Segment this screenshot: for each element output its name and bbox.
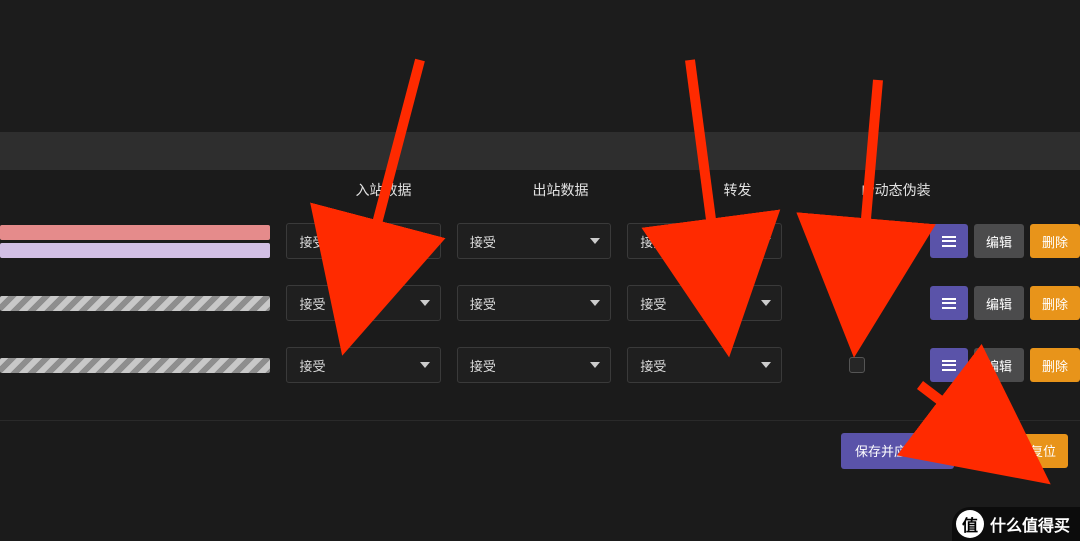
watermark-badge: 值 xyxy=(956,510,984,538)
chevron-down-icon xyxy=(761,300,771,306)
chevron-down-icon xyxy=(420,300,430,306)
save-apply-label: 保存并应用 xyxy=(855,441,920,460)
zone-bar xyxy=(0,225,270,240)
ipmasq-checkbox[interactable] xyxy=(849,233,865,249)
firewall-zones-table: 入站数据 出站数据 转发 IP动态伪装 接受 接受 接受 xyxy=(0,170,1080,396)
delete-button[interactable]: 删除 xyxy=(1030,286,1080,320)
select-value: 接受 xyxy=(299,294,325,313)
delete-button[interactable]: 删除 xyxy=(1030,348,1080,382)
zone-bar xyxy=(0,296,270,311)
reset-button[interactable]: 复位 xyxy=(1018,434,1068,468)
drag-handle-icon xyxy=(942,236,956,247)
top-empty-area xyxy=(0,0,1080,132)
header-forward: 转发 xyxy=(649,180,826,200)
zone-indicator xyxy=(0,296,278,311)
inbound-select[interactable]: 接受 xyxy=(286,223,440,259)
forward-select[interactable]: 接受 xyxy=(627,223,781,259)
table-row: 接受 接受 接受 编辑 删除 xyxy=(0,210,1080,272)
table-row: 接受 接受 接受 编辑 删除 xyxy=(0,334,1080,396)
edit-button[interactable]: 编辑 xyxy=(974,224,1024,258)
table-header-row: 入站数据 出站数据 转发 IP动态伪装 xyxy=(0,170,1080,210)
select-value: 接受 xyxy=(470,356,496,375)
header-outbound: 出站数据 xyxy=(472,180,649,200)
drag-handle-button[interactable] xyxy=(930,286,968,320)
zone-indicator xyxy=(0,358,278,373)
edit-button[interactable]: 编辑 xyxy=(974,286,1024,320)
chevron-down-icon xyxy=(420,238,430,244)
zone-bar xyxy=(0,358,270,373)
header-inbound: 入站数据 xyxy=(295,180,472,200)
watermark: 值 什么值得买 xyxy=(952,507,1080,541)
zone-indicator xyxy=(0,225,278,258)
drag-handle-icon xyxy=(942,360,956,371)
outbound-select[interactable]: 接受 xyxy=(457,285,611,321)
drag-handle-button[interactable] xyxy=(930,348,968,382)
save-button[interactable]: 保存 xyxy=(962,434,1010,468)
chevron-down-icon xyxy=(590,300,600,306)
outbound-select[interactable]: 接受 xyxy=(457,223,611,259)
header-ipmasq: IP动态伪装 xyxy=(826,180,966,200)
chevron-down-icon xyxy=(761,362,771,368)
inbound-select[interactable]: 接受 xyxy=(286,285,440,321)
select-value: 接受 xyxy=(470,232,496,251)
edit-button[interactable]: 编辑 xyxy=(974,348,1024,382)
select-value: 接受 xyxy=(470,294,496,313)
select-value: 接受 xyxy=(640,356,666,375)
ipmasq-checkbox[interactable] xyxy=(849,357,865,373)
save-apply-button[interactable]: 保存并应用 xyxy=(841,433,954,469)
drag-handle-button[interactable] xyxy=(930,224,968,258)
zone-bar xyxy=(0,243,270,258)
section-divider-bar xyxy=(0,132,1080,170)
select-value: 接受 xyxy=(299,232,325,251)
select-value: 接受 xyxy=(299,356,325,375)
ipmasq-checkbox[interactable] xyxy=(849,295,865,311)
forward-select[interactable]: 接受 xyxy=(627,285,781,321)
select-value: 接受 xyxy=(640,294,666,313)
chevron-down-icon xyxy=(590,362,600,368)
forward-select[interactable]: 接受 xyxy=(627,347,781,383)
chevron-down-icon xyxy=(420,362,430,368)
outbound-select[interactable]: 接受 xyxy=(457,347,611,383)
drag-handle-icon xyxy=(942,298,956,309)
inbound-select[interactable]: 接受 xyxy=(286,347,440,383)
chevron-down-icon xyxy=(761,238,771,244)
delete-button[interactable]: 删除 xyxy=(1030,224,1080,258)
watermark-text: 什么值得买 xyxy=(990,512,1070,536)
chevron-down-icon xyxy=(590,238,600,244)
chevron-down-icon xyxy=(930,448,940,454)
table-row: 接受 接受 接受 编辑 删除 xyxy=(0,272,1080,334)
footer-actions: 保存并应用 保存 复位 xyxy=(0,420,1080,480)
select-value: 接受 xyxy=(640,232,666,251)
